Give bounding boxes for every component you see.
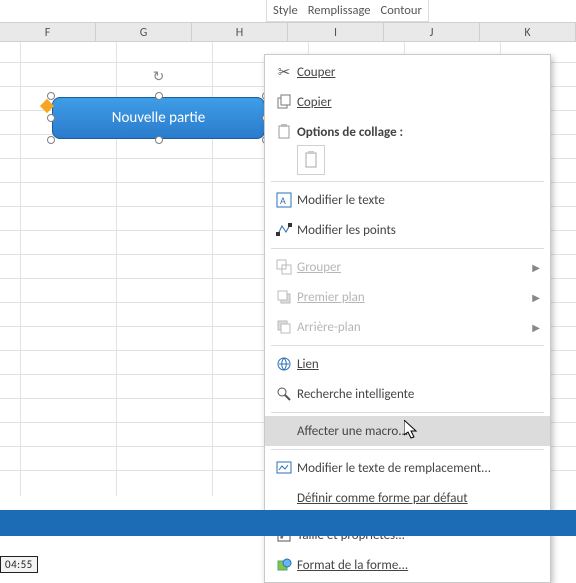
group-icon — [271, 256, 297, 278]
menu-send-back: Arrière-plan ▶ — [265, 312, 550, 342]
edit-text-icon: A — [271, 189, 297, 211]
menu-copy[interactable]: Copier — [265, 87, 550, 117]
status-bar — [0, 510, 576, 536]
mini-outline-button[interactable]: Contour — [381, 3, 422, 18]
video-timestamp: 04:55 — [0, 556, 38, 573]
menu-cut[interactable]: ✂ Couper — [265, 57, 550, 87]
menu-separator — [271, 181, 544, 182]
menu-edit-text[interactable]: A Modifier le texte — [265, 185, 550, 215]
menu-group: Grouper ▶ — [265, 252, 550, 282]
menu-separator — [271, 345, 544, 346]
clipboard-icon — [271, 121, 297, 143]
shape-text: Nouvelle partie — [112, 109, 205, 127]
submenu-arrow-icon: ▶ — [532, 261, 540, 274]
shape-button[interactable]: Nouvelle partie — [52, 97, 265, 139]
menu-alt-text[interactable]: Modifier le texte de remplacement... — [265, 453, 550, 483]
send-back-icon — [271, 316, 297, 338]
menu-paste-options: Options de collage : — [265, 117, 550, 147]
menu-separator — [271, 248, 544, 249]
search-icon — [271, 383, 297, 405]
menu-separator — [271, 449, 544, 450]
paste-gallery-item[interactable] — [297, 145, 325, 175]
selected-shape[interactable]: ↻ Nouvelle partie — [52, 97, 265, 139]
menu-assign-macro[interactable]: Affecter une macro... — [265, 416, 550, 446]
mini-style-button[interactable]: Style — [273, 3, 298, 18]
mini-fill-button[interactable]: Remplissage — [308, 3, 371, 18]
menu-edit-points[interactable]: Modifier les points — [265, 215, 550, 245]
menu-bring-front: Premier plan ▶ — [265, 282, 550, 312]
column-header[interactable]: I — [288, 23, 384, 41]
column-header[interactable]: K — [480, 23, 576, 41]
menu-set-default[interactable]: Définir comme forme par défaut — [265, 483, 550, 513]
column-header[interactable]: G — [96, 23, 192, 41]
blank-icon — [271, 487, 297, 509]
link-icon — [271, 353, 297, 375]
resize-handle[interactable] — [155, 136, 163, 144]
resize-handle[interactable] — [47, 114, 55, 122]
video-timestamp-area: 04:55 — [0, 556, 576, 574]
resize-handle[interactable] — [47, 92, 55, 100]
resize-handle[interactable] — [47, 136, 55, 144]
menu-link[interactable]: Lien — [265, 349, 550, 379]
submenu-arrow-icon: ▶ — [532, 291, 540, 304]
menu-separator — [271, 412, 544, 413]
blank-icon — [271, 420, 297, 442]
column-header[interactable]: J — [384, 23, 480, 41]
scissors-icon: ✂ — [271, 61, 297, 83]
edit-points-icon — [271, 219, 297, 241]
resize-handle[interactable] — [155, 92, 163, 100]
context-menu: ✂ Couper Copier Options de collage : A M… — [264, 54, 551, 583]
menu-smart-lookup[interactable]: Recherche intelligente — [265, 379, 550, 409]
alt-text-icon — [271, 457, 297, 479]
copy-icon — [271, 91, 297, 113]
column-header[interactable]: H — [192, 23, 288, 41]
rotate-handle-icon[interactable]: ↻ — [153, 71, 165, 83]
submenu-arrow-icon: ▶ — [532, 321, 540, 334]
bring-front-icon — [271, 286, 297, 308]
shape-mini-toolbar: Style Remplissage Contour — [266, 0, 429, 22]
column-header-row: F G H I J K — [0, 22, 576, 42]
svg-text:A: A — [280, 194, 286, 207]
column-header[interactable]: F — [0, 23, 96, 41]
